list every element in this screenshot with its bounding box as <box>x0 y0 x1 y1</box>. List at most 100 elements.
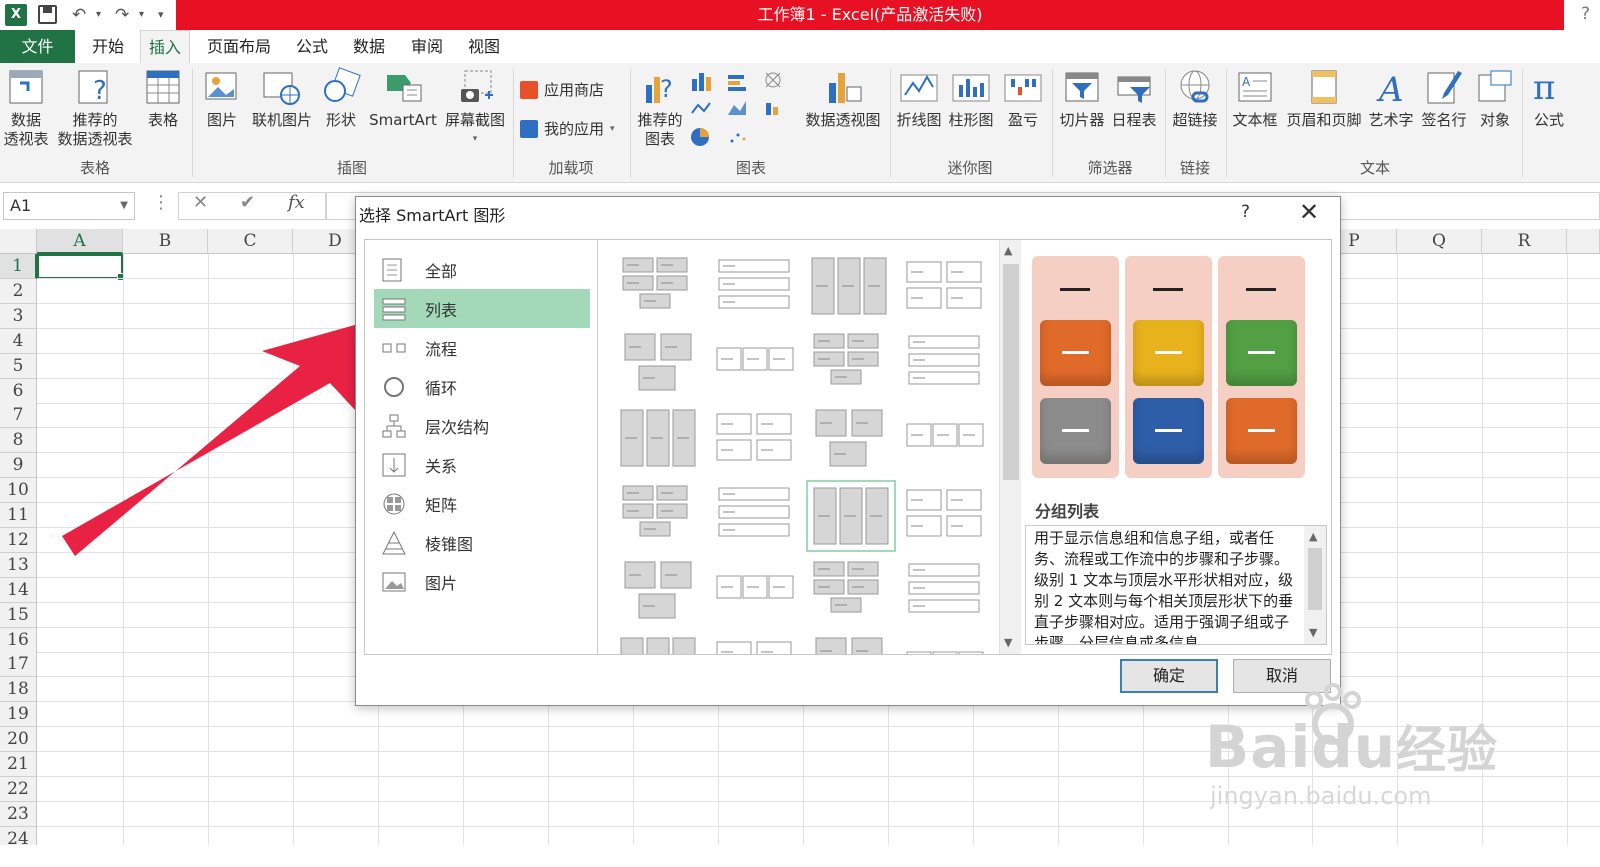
layout-thumbnail[interactable] <box>806 328 896 400</box>
enter-formula-icon[interactable]: ✔ <box>240 192 255 213</box>
scroll-down-icon[interactable]: ▼ <box>1004 636 1012 649</box>
row-header-15[interactable]: 15 <box>0 602 37 628</box>
pivot-chart-button[interactable]: 数据透视图 <box>800 67 886 130</box>
textbox-button[interactable]: A 文本框 <box>1228 67 1282 130</box>
tab-page-layout[interactable]: 页面布局 <box>200 30 278 63</box>
row-header-17[interactable]: 17 <box>0 652 37 678</box>
row-header-6[interactable]: 6 <box>0 378 37 404</box>
category-matrix[interactable]: 矩阵 <box>374 484 590 523</box>
row-header-3[interactable]: 3 <box>0 303 37 329</box>
row-header-11[interactable]: 11 <box>0 503 37 528</box>
row-header-14[interactable]: 14 <box>0 577 37 603</box>
layout-thumbnail[interactable] <box>615 328 705 400</box>
layout-thumbnail[interactable] <box>901 556 991 628</box>
row-header-8[interactable]: 8 <box>0 428 37 454</box>
layout-thumbnail[interactable] <box>901 632 991 654</box>
row-header-22[interactable]: 22 <box>0 776 37 802</box>
pivot-table-button[interactable]: 数据 透视表 <box>2 67 50 149</box>
row-header-1[interactable]: 1 <box>0 254 37 279</box>
sparkline-winloss-button[interactable]: 盈亏 <box>1000 67 1046 130</box>
row-header-20[interactable]: 20 <box>0 727 37 753</box>
row-header-12[interactable]: 12 <box>0 527 37 553</box>
dialog-close-icon[interactable]: ✕ <box>1299 198 1319 226</box>
row-header-4[interactable]: 4 <box>0 328 37 354</box>
layout-thumbnail[interactable] <box>615 556 705 628</box>
layout-thumbnail[interactable] <box>615 480 705 552</box>
slicer-button[interactable]: 切片器 <box>1056 67 1108 130</box>
row-header-10[interactable]: 10 <box>0 478 37 504</box>
category-process[interactable]: 流程 <box>374 328 590 367</box>
customize-qat-icon[interactable]: ▾ <box>158 4 164 26</box>
layout-thumbnail[interactable] <box>901 480 991 552</box>
name-box[interactable]: A1 ▼ <box>3 192 135 220</box>
scroll-thumb[interactable] <box>1003 264 1019 480</box>
ok-button[interactable]: 确定 <box>1120 659 1218 693</box>
desc-scroll-down-icon[interactable]: ▼ <box>1309 626 1317 639</box>
layout-thumbnail[interactable] <box>615 632 705 654</box>
save-icon[interactable] <box>38 5 57 24</box>
redo-icon[interactable]: ↷ <box>115 4 129 26</box>
layout-thumbnail[interactable] <box>711 556 801 628</box>
row-header-21[interactable]: 21 <box>0 752 37 777</box>
cancel-formula-icon[interactable]: ✕ <box>193 192 208 213</box>
smartart-button[interactable]: SmartArt <box>366 67 440 130</box>
category-all[interactable]: 全部 <box>374 250 590 289</box>
signature-button[interactable]: 签名行 <box>1418 67 1470 130</box>
desc-scroll-up-icon[interactable]: ▲ <box>1309 530 1317 543</box>
shapes-button[interactable]: 形状 <box>318 67 364 130</box>
tab-formulas[interactable]: 公式 <box>290 30 334 63</box>
recommended-charts-button[interactable]: ? 推荐的 图表 <box>634 67 686 149</box>
layout-thumbnail[interactable] <box>901 404 991 476</box>
scroll-up-icon[interactable]: ▲ <box>1004 244 1012 257</box>
insert-function-icon[interactable]: fx <box>288 192 305 213</box>
row-header-16[interactable]: 16 <box>0 627 37 653</box>
category-relationship[interactable]: 关系 <box>374 445 590 484</box>
tab-review[interactable]: 审阅 <box>405 30 449 63</box>
category-list-type[interactable]: 列表 <box>374 289 590 328</box>
wordart-button[interactable]: A 艺术字 <box>1366 67 1416 130</box>
recommended-pivot-button[interactable]: ? 推荐的 数据透视表 <box>54 67 136 149</box>
layout-thumbnail[interactable] <box>806 404 896 476</box>
category-pyramid[interactable]: 棱锥图 <box>374 523 590 562</box>
tab-data[interactable]: 数据 <box>347 30 391 63</box>
row-header-2[interactable]: 2 <box>0 278 37 304</box>
chart-type-gallery[interactable] <box>690 69 800 153</box>
layout-thumbnail[interactable] <box>711 480 801 552</box>
layout-thumbnail[interactable] <box>615 404 705 476</box>
column-header-c[interactable]: C <box>208 229 293 254</box>
undo-dropdown-icon[interactable]: ▾ <box>96 4 101 26</box>
layout-thumbnail[interactable] <box>806 632 896 654</box>
category-picture[interactable]: 图片 <box>374 562 590 601</box>
picture-button[interactable]: 图片 <box>198 67 246 130</box>
name-box-dropdown-icon[interactable]: ▼ <box>120 193 128 219</box>
redo-dropdown-icon[interactable]: ▾ <box>139 4 144 26</box>
layout-thumbnail[interactable] <box>711 328 801 400</box>
active-cell[interactable] <box>37 254 125 281</box>
row-header-7[interactable]: 7 <box>0 403 37 429</box>
tab-home[interactable]: 开始 <box>84 30 132 63</box>
layout-thumbnail[interactable] <box>806 252 896 324</box>
select-all-corner[interactable] <box>0 229 37 254</box>
column-header-q[interactable]: Q <box>1397 229 1482 254</box>
tab-insert[interactable]: 插入 <box>140 30 190 63</box>
description-scrollbar[interactable]: ▲ ▼ <box>1304 526 1326 644</box>
layout-thumbnail[interactable] <box>711 252 801 324</box>
equation-button[interactable]: π 公式 <box>1526 67 1572 130</box>
layout-thumbnail[interactable] <box>615 252 705 324</box>
store-button[interactable]: 应用商店 <box>520 79 604 100</box>
layout-thumbnail[interactable] <box>806 556 896 628</box>
tab-view[interactable]: 视图 <box>462 30 506 63</box>
column-header-r[interactable]: R <box>1482 229 1567 254</box>
hyperlink-button[interactable]: 超链接 <box>1168 67 1222 130</box>
header-footer-button[interactable]: 页眉和页脚 <box>1282 67 1366 130</box>
layout-thumbnail[interactable] <box>711 404 801 476</box>
screenshot-button[interactable]: 屏幕截图 ▾ <box>440 67 510 149</box>
undo-icon[interactable]: ↶ <box>72 4 86 26</box>
dialog-help-icon[interactable]: ? <box>1241 202 1250 222</box>
row-header-13[interactable]: 13 <box>0 552 37 578</box>
layout-grouped-list-selected[interactable] <box>806 480 896 552</box>
column-header-b[interactable]: B <box>123 229 208 254</box>
layout-thumbnail[interactable] <box>711 632 801 654</box>
online-picture-button[interactable]: 联机图片 <box>248 67 316 130</box>
tab-file[interactable]: 文件 <box>0 30 75 63</box>
